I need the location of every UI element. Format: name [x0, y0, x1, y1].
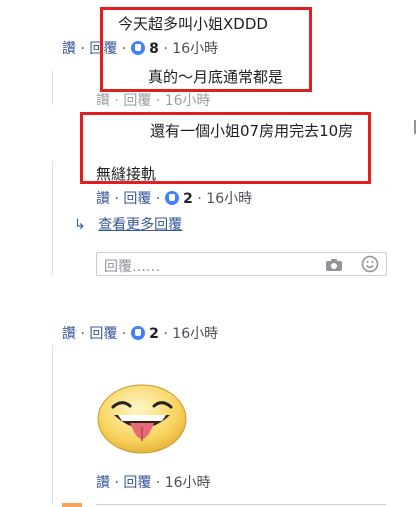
emoji-icon[interactable]: [361, 255, 379, 277]
next-row-divider: [96, 504, 386, 505]
timestamp[interactable]: 16小時: [165, 93, 211, 109]
comment-actions: 讚 · 回覆 · 2 · 16小時: [62, 326, 219, 342]
reply-arrow-icon: ↳: [74, 217, 86, 233]
timestamp[interactable]: 16小時: [165, 475, 211, 491]
comment-text: 真的～月底通常都是: [148, 68, 284, 86]
reply-placeholder: 回覆……: [104, 259, 160, 275]
reaction-count[interactable]: 2: [183, 191, 193, 207]
reply-button[interactable]: 回覆: [123, 93, 151, 109]
timestamp[interactable]: 16小時: [206, 191, 252, 207]
thread-line: [52, 70, 53, 275]
comment-actions: 讚 · 回覆 · 16小時: [96, 475, 211, 491]
highlight-box: [80, 112, 371, 184]
like-button[interactable]: 讚: [96, 475, 110, 491]
reply-button[interactable]: 回覆: [123, 475, 151, 491]
reply-button[interactable]: 回覆: [123, 191, 151, 207]
reply-button[interactable]: 回覆: [89, 326, 117, 342]
camera-icon[interactable]: [325, 257, 343, 276]
edge-mark: [414, 120, 416, 134]
like-button[interactable]: 讚: [96, 191, 110, 207]
comment-actions: 讚 · 回覆 · 2 · 16小時: [96, 191, 253, 207]
timestamp[interactable]: 16小時: [172, 326, 218, 342]
reply-input[interactable]: 回覆……: [96, 252, 387, 276]
tongue-out-emoji[interactable]: [96, 383, 188, 459]
like-button[interactable]: 讚: [62, 41, 76, 57]
thread-line: [52, 345, 53, 505]
like-reaction-icon: [130, 326, 145, 340]
comment-actions: 讚 · 回覆 · 16小時: [96, 93, 211, 109]
more-replies-link[interactable]: ↳ 查看更多回覆: [74, 214, 182, 234]
reaction-count[interactable]: 2: [149, 326, 159, 342]
like-button[interactable]: 讚: [62, 326, 76, 342]
next-row-edge: [62, 503, 82, 507]
like-reaction-icon: [164, 191, 179, 205]
